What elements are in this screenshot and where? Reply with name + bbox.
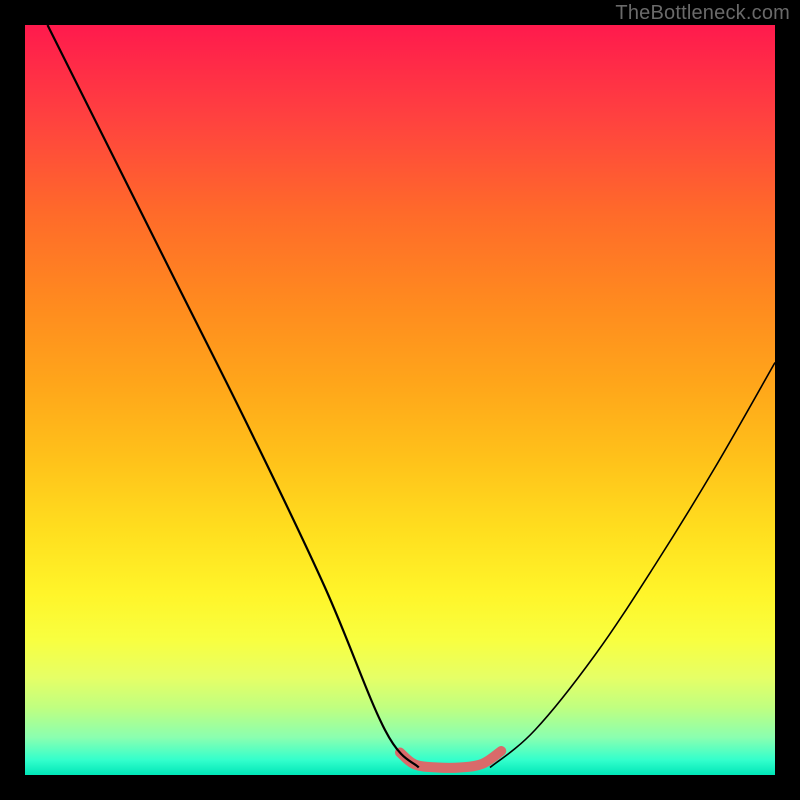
- chart-frame: TheBottleneck.com: [0, 0, 800, 800]
- watermark-text: TheBottleneck.com: [615, 2, 790, 25]
- curve-layer: [25, 25, 775, 775]
- plot-area: [25, 25, 775, 775]
- left-curve: [48, 25, 419, 768]
- right-curve: [490, 363, 775, 768]
